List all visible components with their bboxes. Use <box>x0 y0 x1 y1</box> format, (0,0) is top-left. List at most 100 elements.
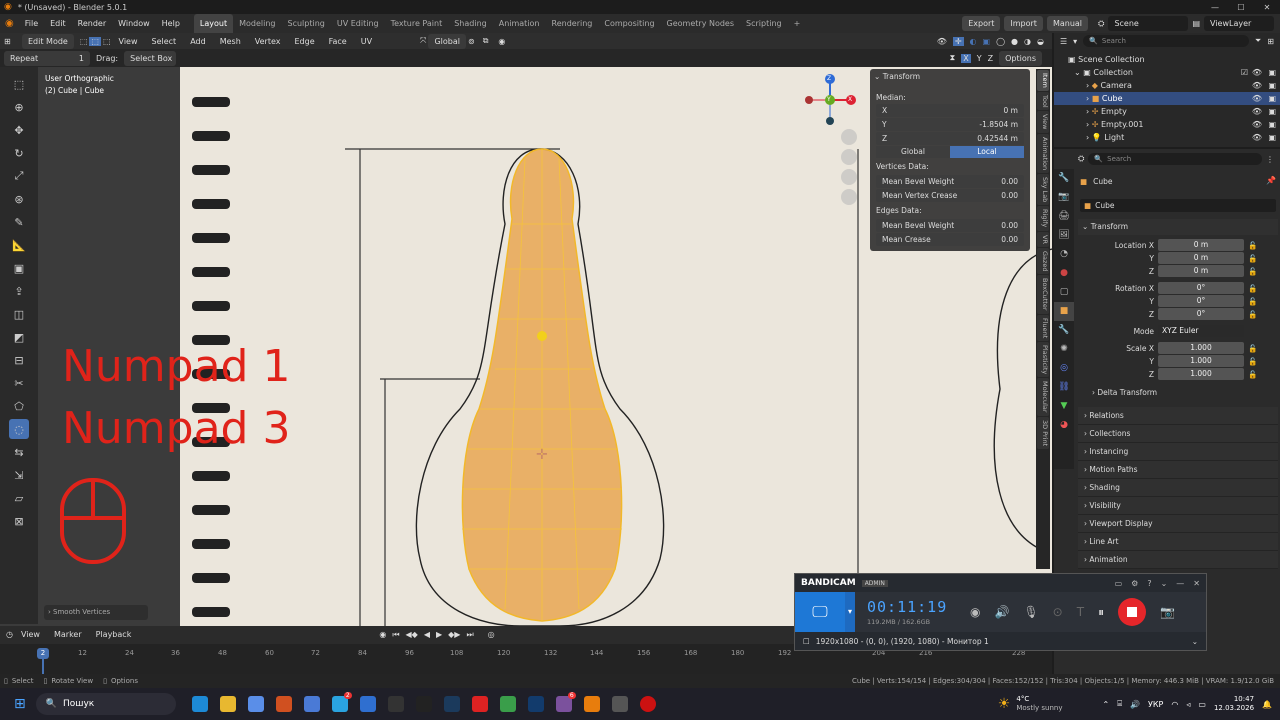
network-icon[interactable]: ⌸ <box>1117 699 1122 709</box>
minimize-icon[interactable]: — <box>1176 579 1184 588</box>
props-editor-icon[interactable]: ⛭ <box>1078 154 1084 164</box>
jump-keyframe-back-icon[interactable]: ◀◆ <box>406 630 418 639</box>
menu-edge[interactable]: Edge <box>288 32 320 51</box>
speaker-icon[interactable]: 🔊 <box>1130 700 1140 709</box>
filter-icon[interactable]: ⏷ <box>1255 36 1261 46</box>
measure-tool-icon[interactable]: 📐 <box>9 235 29 255</box>
render-icon[interactable]: ▣ <box>1268 105 1276 118</box>
chevron-down-icon[interactable]: ⌄ <box>1192 637 1206 646</box>
target-checkbox-icon[interactable]: ☐ <box>803 637 810 646</box>
median-x-field[interactable]: X 0 m <box>876 104 1024 117</box>
eye-icon[interactable]: 👁 <box>1252 66 1262 79</box>
outliner-scene-collection[interactable]: ▣ Scene Collection <box>1054 53 1280 66</box>
motion-paths-panel[interactable]: › Motion Paths <box>1078 461 1278 479</box>
object-name-field[interactable]: ■ Cube <box>1080 199 1276 212</box>
editor-type-icon[interactable]: ⊞ <box>4 37 20 46</box>
outliner-editor-icon[interactable]: ☰ <box>1060 37 1067 46</box>
shading-solid-icon[interactable]: ● <box>1011 37 1018 46</box>
last-operator-panel[interactable]: › Smooth Vertices <box>44 605 148 620</box>
text-overlay-icon[interactable]: T <box>1077 605 1084 619</box>
scale-z-field[interactable]: 1.000 <box>1158 368 1244 380</box>
location-y-field[interactable]: 0 m <box>1158 252 1244 264</box>
outliner-display-icon[interactable]: ▾ <box>1073 37 1077 46</box>
render-icon[interactable]: ▣ <box>1268 79 1276 92</box>
gizmo-y-label[interactable]: Y <box>827 96 831 103</box>
repeat-field[interactable]: Repeat 1 <box>4 50 90 66</box>
orientation-selector[interactable]: Global <box>428 33 466 49</box>
shading-wire-icon[interactable]: ◯ <box>996 37 1005 46</box>
menu-face[interactable]: Face <box>323 32 353 51</box>
animation-panel[interactable]: › Animation <box>1078 551 1278 569</box>
data-props-icon[interactable]: ▼ <box>1054 397 1074 416</box>
physics-props-icon[interactable]: ◎ <box>1054 359 1074 378</box>
tab-sculpting[interactable]: Sculpting <box>282 14 331 33</box>
menu-window[interactable]: Window <box>112 14 156 33</box>
location-x-field[interactable]: 0 m <box>1158 239 1244 251</box>
drag-selector[interactable]: Select Box <box>124 50 177 66</box>
scale-tool-icon[interactable]: ⤢ <box>9 166 29 186</box>
outliner-item-camera[interactable]: › ◆ Camera 👁 ▣ <box>1054 79 1280 92</box>
minimize-icon[interactable]: — <box>1202 3 1228 12</box>
tab-animation[interactable]: Animation <box>493 14 546 33</box>
lock-icon[interactable]: 🔓 <box>1248 344 1257 353</box>
particles-props-icon[interactable]: ✺ <box>1054 340 1074 359</box>
tray-chevron-icon[interactable]: ⌃ <box>1103 700 1110 709</box>
mirror-x[interactable]: X <box>961 53 971 63</box>
epic-games-icon[interactable] <box>387 696 404 712</box>
blender-menu-icon[interactable]: ◉ <box>0 18 19 29</box>
tab-rendering[interactable]: Rendering <box>546 14 599 33</box>
mirror-icon[interactable]: ⧗ <box>950 53 956 63</box>
record-icon[interactable]: ◉ <box>379 630 386 639</box>
render-icon[interactable]: ▣ <box>1268 92 1276 105</box>
instancing-panel[interactable]: › Instancing <box>1078 443 1278 461</box>
mode-selector[interactable]: Edit Mode <box>22 33 74 49</box>
blender-taskbar-icon[interactable] <box>583 696 600 712</box>
clock[interactable]: 10:47 12.03.2026 <box>1214 695 1254 713</box>
lock-icon[interactable]: 🔓 <box>1248 284 1257 293</box>
npanel-title[interactable]: ⌄ Transform <box>874 72 920 81</box>
sidebar-tab-boxcutter[interactable]: BoxCutter <box>1037 275 1049 314</box>
eye-icon[interactable]: 👁 <box>1252 105 1262 118</box>
modifier-props-icon[interactable]: 🔧 <box>1054 321 1074 340</box>
play-reverse-icon[interactable]: ◀ <box>424 630 430 639</box>
threads-icon[interactable] <box>415 696 432 712</box>
sidebar-tab-rigify[interactable]: Rigify <box>1037 206 1049 231</box>
collections-panel[interactable]: › Collections <box>1078 425 1278 443</box>
telegram-icon[interactable]: 2 <box>331 692 352 712</box>
new-collection-icon[interactable]: ⊞ <box>1267 37 1274 46</box>
microphone-icon[interactable]: 🎙 <box>1023 605 1038 619</box>
close-icon[interactable]: ✕ <box>1193 579 1200 588</box>
stop-record-button[interactable] <box>1118 598 1147 626</box>
keying-icon[interactable]: ◎ <box>488 630 495 639</box>
select-tool-icon[interactable]: ⬚ <box>9 74 29 94</box>
collection-props-icon[interactable]: ▢ <box>1054 283 1074 302</box>
jump-end-icon[interactable]: ⏭ <box>466 630 473 640</box>
world-props-icon[interactable]: ● <box>1054 264 1074 283</box>
rotation-x-field[interactable]: 0° <box>1158 282 1244 294</box>
shading-panel[interactable]: › Shading <box>1078 479 1278 497</box>
median-z-field[interactable]: Z 0.42544 m <box>876 132 1024 145</box>
photos-icon[interactable] <box>303 696 320 712</box>
mirror-z[interactable]: Z <box>988 54 993 63</box>
output-props-icon[interactable]: 🖨 <box>1054 207 1074 226</box>
lock-icon[interactable]: 🔓 <box>1248 310 1257 319</box>
sidebar-tab-3dprint[interactable]: 3D Print <box>1037 416 1049 449</box>
edge-select-icon[interactable]: ⬚ <box>89 36 101 46</box>
bandicam-widget[interactable]: BANDICAM ADMIN ▭ ⚙ ? ⌄ — ✕ 🖵 ▾ 00:11:19 … <box>794 573 1207 651</box>
relations-panel[interactable]: › Relations <box>1078 407 1278 425</box>
median-y-field[interactable]: Y -1.8504 m <box>876 118 1024 131</box>
vertex-crease-field[interactable]: Mean Vertex Crease 0.00 <box>876 189 1024 202</box>
tool-props-icon[interactable]: 🔧 <box>1054 169 1074 188</box>
delta-transform-subpanel[interactable]: › Delta Transform <box>1078 386 1278 400</box>
render-props-icon[interactable]: 📷 <box>1054 188 1074 207</box>
eye-icon[interactable]: 👁 <box>1252 131 1262 144</box>
options-icon[interactable]: ⋮ <box>1266 155 1274 164</box>
inset-tool-icon[interactable]: ◫ <box>9 304 29 324</box>
gizmo-x-label[interactable]: X <box>848 96 852 103</box>
calculator-icon[interactable] <box>611 696 628 712</box>
tab-layout[interactable]: Layout <box>193 14 234 33</box>
jump-keyframe-forward-icon[interactable]: ◆▶ <box>448 630 460 639</box>
sidebar-tab-gazed[interactable]: Gazed <box>1037 247 1049 275</box>
screenshot-icon[interactable]: 📷 <box>1160 605 1175 619</box>
pause-icon[interactable]: ⏸ <box>1098 605 1104 620</box>
